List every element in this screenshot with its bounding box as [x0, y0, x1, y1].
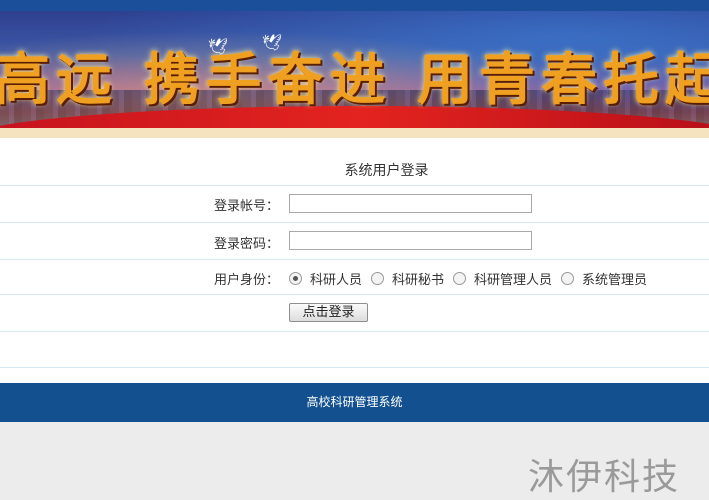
empty-row	[0, 332, 709, 368]
role-label-secretary[interactable]: 科研秘书	[392, 269, 444, 288]
banner-image: 🕊 🕊 高远 携手奋进 用青春托起中国	[0, 11, 709, 138]
role-label: 用户身份：	[213, 273, 279, 288]
role-radio-secretary[interactable]	[371, 272, 385, 285]
role-radio-group: 科研人员 科研秘书 科研管理人员 系统管理员	[289, 269, 656, 288]
submit-row: 点击登录	[0, 295, 709, 332]
role-label-researcher[interactable]: 科研人员	[310, 269, 362, 288]
role-radio-system-admin[interactable]	[561, 272, 575, 285]
banner-bottom-strip	[0, 128, 709, 138]
password-label: 登录密码：	[213, 237, 279, 252]
account-input[interactable]	[289, 194, 532, 213]
role-row: 用户身份： 科研人员 科研秘书 科研管理人员 系统管理员	[0, 260, 709, 295]
account-row: 登录帐号：	[0, 186, 709, 223]
login-panel: 系统用户登录 登录帐号： 登录密码： 用户身份： 科研人员 科研秘书 科研管理人…	[0, 138, 709, 383]
password-row: 登录密码：	[0, 223, 709, 260]
account-label: 登录帐号：	[213, 199, 279, 214]
login-button[interactable]: 点击登录	[289, 303, 368, 322]
footer-text: 高校科研管理系统	[306, 395, 403, 409]
login-title: 系统用户登录	[344, 163, 429, 179]
watermark: 沐伊科技	[528, 457, 681, 498]
banner-slogan: 高远 携手奋进 用青春托起中国	[0, 47, 709, 113]
role-label-research-admin[interactable]: 科研管理人员	[474, 269, 552, 288]
role-radio-research-admin[interactable]	[453, 272, 467, 285]
footer: 高校科研管理系统	[0, 383, 709, 422]
role-radio-researcher[interactable]	[289, 272, 302, 285]
role-label-system-admin[interactable]: 系统管理员	[582, 269, 647, 288]
password-input[interactable]	[289, 231, 532, 250]
login-title-row: 系统用户登录	[0, 138, 709, 186]
top-bar	[0, 0, 709, 11]
